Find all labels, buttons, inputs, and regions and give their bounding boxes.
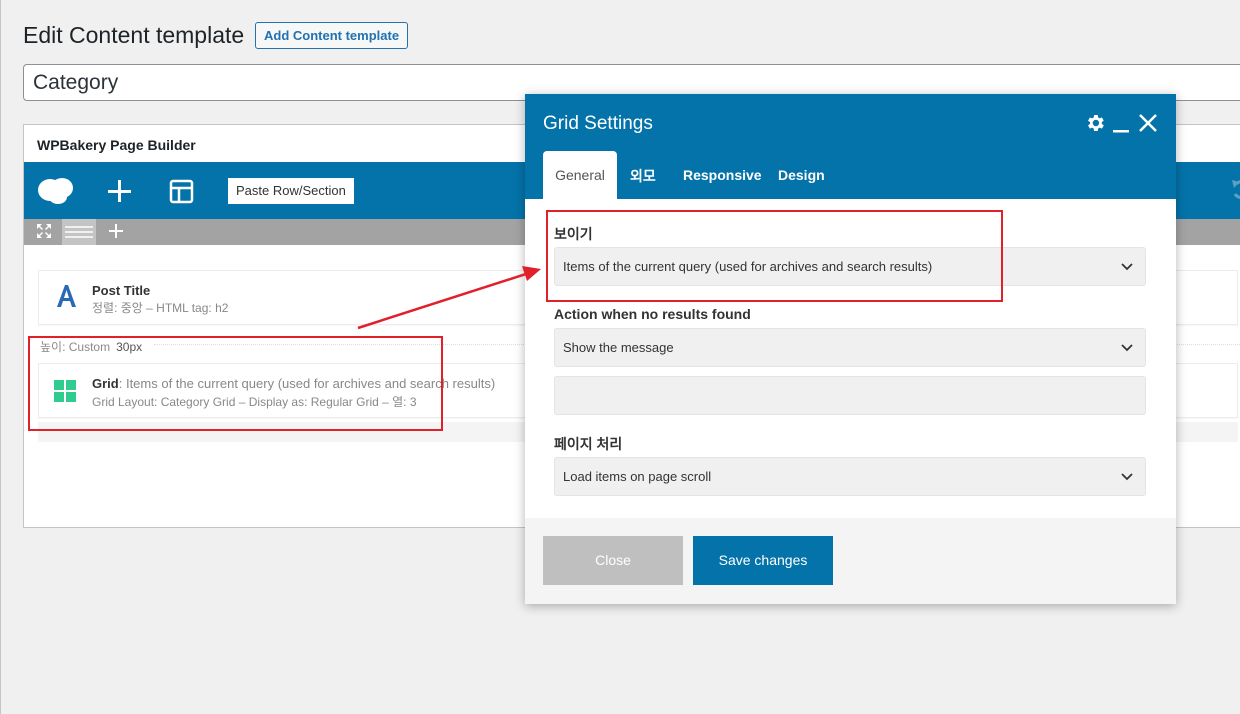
annotation-arrow (357, 266, 541, 330)
